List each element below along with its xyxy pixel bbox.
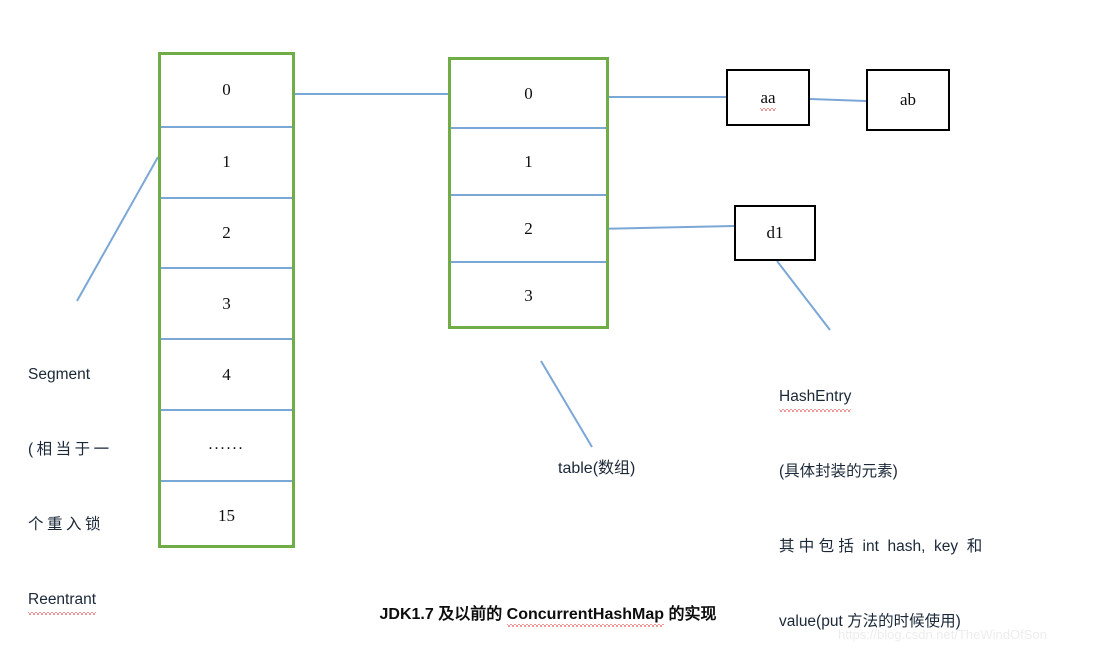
segment-cell-4[interactable]: 4 (161, 338, 292, 409)
table-cell-3[interactable]: 3 (451, 261, 606, 328)
entry-d1-label: d1 (766, 223, 784, 242)
segment-array: 0 1 2 3 4 ...... 15 (158, 52, 295, 548)
hashentry-annotation-title: HashEntry (779, 384, 852, 412)
table-cell-1[interactable]: 1 (451, 127, 606, 194)
watermark: https://blog.csdn.net/TheWindOfSon (838, 627, 1047, 642)
table-cell-0[interactable]: 0 (451, 60, 606, 127)
table-array: 0 1 2 3 (448, 57, 609, 329)
entry-aa-label: aa (760, 87, 776, 111)
hashentry-annotation-line3: 其 中 包 括 int hash, key 和 (779, 538, 983, 555)
diagram-canvas: 0 1 2 3 4 ...... 15 0 1 2 3 aa ab d1 Seg… (0, 0, 1096, 655)
caption-prefix: JDK1.7 及以前的 (379, 606, 507, 623)
hashentry-annotation-line2: (具体封装的元素) (779, 463, 898, 480)
segment-cell-3[interactable]: 3 (161, 267, 292, 338)
caption-highlight: ConcurrentHashMap (506, 606, 665, 627)
entry-ab-label: ab (899, 90, 917, 109)
caption-suffix: 的实现 (664, 606, 717, 623)
entry-box-ab[interactable]: ab (866, 69, 950, 131)
segment-annotation-title: Segment (28, 366, 91, 383)
segment-annotation-line3: 个重入锁 (28, 516, 105, 533)
connector-hashentry-label (776, 260, 831, 331)
entry-box-d1[interactable]: d1 (734, 205, 816, 261)
connector-table2-to-d1 (594, 225, 735, 230)
segment-cell-15[interactable]: 15 (161, 479, 292, 551)
segment-cell-0[interactable]: 0 (161, 55, 292, 126)
segment-cell-2[interactable]: 2 (161, 196, 292, 268)
connector-aa-to-ab (809, 98, 867, 102)
diagram-caption: JDK1.7 及以前的 ConcurrentHashMap 的实现 (0, 600, 1096, 627)
segment-annotation-line2: (相当于一 (28, 441, 113, 458)
segment-cell-1[interactable]: 1 (161, 125, 292, 197)
segment-cell-ellipsis: ...... (161, 408, 292, 480)
connector-segment-label (76, 156, 159, 302)
connector-table-label (540, 360, 593, 448)
table-cell-2[interactable]: 2 (451, 194, 606, 261)
entry-box-aa[interactable]: aa (726, 69, 810, 126)
table-annotation: table(数组) (558, 460, 636, 477)
